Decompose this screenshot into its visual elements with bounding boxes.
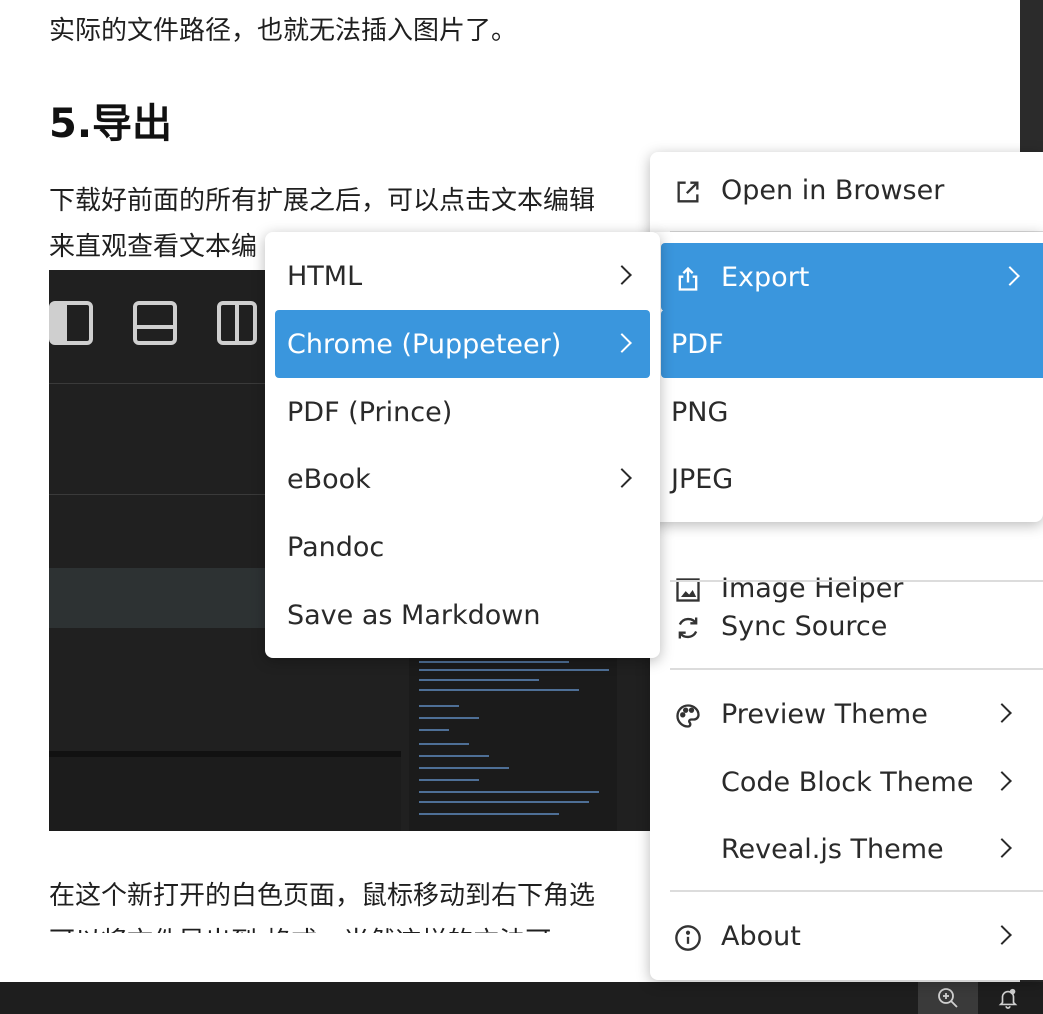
- menu-item-label: HTML: [287, 260, 363, 292]
- menu-item-label: Sync Source: [721, 610, 888, 642]
- share-export-icon: [678, 266, 698, 291]
- zoom-in-button[interactable]: [918, 982, 978, 1014]
- menu-item-preview-theme[interactable]: Preview Theme: [650, 680, 1043, 748]
- menu-item-label: PNG: [671, 396, 729, 428]
- menu-item-label: PDF: [671, 328, 724, 360]
- chevron-right-icon: [992, 703, 1012, 723]
- export-html[interactable]: HTML: [275, 242, 650, 310]
- notification-bell-icon: [998, 988, 1018, 1009]
- menu-separator: [670, 580, 1043, 582]
- palette-icon: [676, 704, 700, 728]
- code-preview-thumbnail: [409, 655, 617, 831]
- export-chrome-puppeteer[interactable]: Chrome (Puppeteer): [275, 310, 650, 378]
- notifications-button[interactable]: [990, 982, 1026, 1014]
- paragraph-line: 下载好前面的所有扩展之后，可以点击文本编辑: [49, 186, 596, 216]
- menu-item-label: Preview Theme: [721, 698, 928, 730]
- status-bar: [0, 982, 1043, 1014]
- menu-item-open-in-browser[interactable]: Open in Browser: [650, 156, 1043, 224]
- menu-item-label: eBook: [287, 463, 371, 495]
- sync-icon: [678, 617, 698, 639]
- chevron-right-icon: [1000, 266, 1020, 286]
- paragraph-line: 在这个新打开的白色页面，鼠标移动到右下角选: [49, 881, 596, 911]
- export-format-pdf[interactable]: PDF: [661, 310, 1043, 378]
- export-pandoc[interactable]: Pandoc: [275, 513, 650, 581]
- chrome-export-submenu: Export PDF PNG JPEG: [650, 232, 1043, 522]
- menu-item-revealjs-theme[interactable]: Reveal.js Theme: [650, 815, 1043, 883]
- menu-item-label: Pandoc: [287, 531, 385, 563]
- chevron-right-icon: [612, 265, 632, 285]
- menu-item-export[interactable]: Export: [661, 243, 1043, 311]
- menu-item-code-block-theme[interactable]: Code Block Theme: [650, 748, 1043, 816]
- menu-item-label: Export: [721, 261, 810, 293]
- section-heading: 5.导出: [49, 101, 173, 147]
- chevron-right-icon: [992, 771, 1012, 791]
- menu-item-about[interactable]: About: [650, 902, 1043, 970]
- export-format-png[interactable]: PNG: [661, 378, 1043, 446]
- menu-item-sync-source[interactable]: Sync Source: [650, 592, 1043, 660]
- menu-item-label: Open in Browser: [721, 174, 945, 206]
- zoom-in-icon: [938, 988, 958, 1008]
- export-pdf-prince[interactable]: PDF (Prince): [275, 378, 650, 446]
- export-save-as-markdown[interactable]: Save as Markdown: [275, 581, 650, 649]
- open-external-icon: [677, 181, 699, 203]
- paragraph-line: 实际的文件路径，也就无法插入图片了。: [49, 16, 518, 46]
- menu-item-label: Reveal.js Theme: [721, 833, 944, 865]
- chevron-right-icon: [612, 468, 632, 488]
- menu-item-label: Chrome (Puppeteer): [287, 328, 562, 360]
- menu-item-label: Save as Markdown: [287, 599, 541, 631]
- paragraph-line-clipped: 可以将文件导出到 格式。当然这样的方法可: [49, 919, 551, 933]
- chevron-right-icon: [992, 838, 1012, 858]
- split-layout-icon: [217, 301, 257, 345]
- export-submenu: HTML Chrome (Puppeteer) PDF (Prince) eBo…: [265, 232, 660, 658]
- paragraph-line: 来直观查看文本编: [49, 232, 258, 262]
- menu-item-label: About: [721, 920, 801, 952]
- bottom-panel-layout-icon: [133, 301, 177, 345]
- menu-separator: [670, 890, 1043, 892]
- export-ebook[interactable]: eBook: [275, 445, 650, 513]
- sidebar-layout-icon: [49, 301, 93, 345]
- menu-item-label: JPEG: [671, 463, 734, 495]
- chevron-right-icon: [992, 925, 1012, 945]
- menu-separator: [670, 668, 1043, 670]
- menu-item-label: Code Block Theme: [721, 766, 974, 798]
- chevron-right-icon: [612, 333, 632, 353]
- info-icon: [675, 925, 701, 951]
- menu-item-label: PDF (Prince): [287, 396, 453, 428]
- export-format-jpeg[interactable]: JPEG: [661, 445, 1043, 513]
